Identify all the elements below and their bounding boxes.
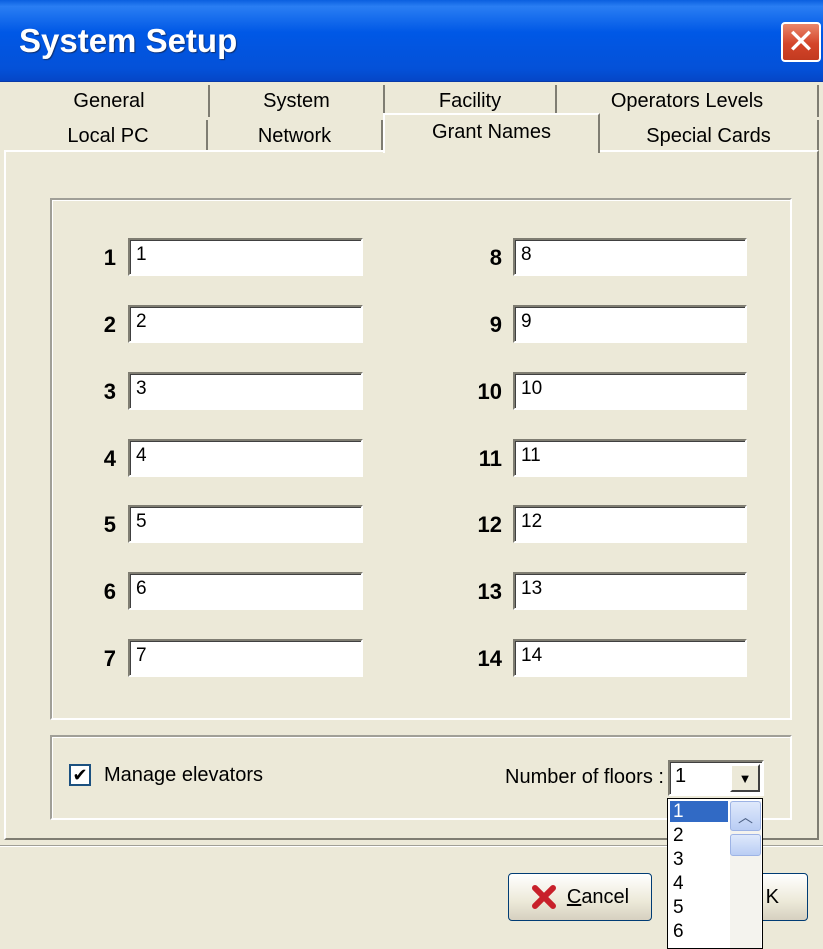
tab-label: Facility: [438, 89, 502, 112]
close-button[interactable]: ✕: [781, 22, 821, 62]
grant-number: 2: [103, 312, 116, 337]
grant-number: 11: [478, 446, 502, 471]
grant-number: 6: [103, 579, 116, 604]
tab-special-cards[interactable]: Special Cards: [600, 120, 819, 152]
grant-number: 9: [489, 312, 502, 337]
tab-local-pc[interactable]: Local PC: [10, 120, 208, 152]
cancel-x-icon: [531, 885, 556, 909]
grant-name-field[interactable]: 3: [128, 372, 363, 410]
grant-number: 12: [477, 512, 502, 537]
system-setup-window: System Setup ✕ General System Facility O…: [0, 0, 823, 949]
grant-name-field[interactable]: 1: [128, 238, 363, 276]
floors-dropdown-list[interactable]: 1 2 3 4 5 6 ︿: [667, 798, 763, 949]
cancel-label: Cancel: [566, 885, 630, 908]
tab-label: Local PC: [67, 124, 149, 147]
grant-name-field[interactable]: 8: [513, 238, 747, 276]
tab-label: Grant Names: [432, 121, 551, 143]
floor-option[interactable]: 5: [670, 897, 728, 918]
tab-label: General: [73, 89, 145, 112]
grant-number: 7: [103, 646, 116, 671]
grant-name-field[interactable]: 5: [128, 505, 363, 543]
grant-number: 4: [103, 446, 116, 471]
manage-elevators-label[interactable]: Manage elevators: [104, 764, 263, 787]
grant-number: 5: [103, 512, 116, 537]
grant-name-field[interactable]: 7: [128, 639, 363, 677]
grant-name-field[interactable]: 12: [513, 505, 747, 543]
floor-option[interactable]: 3: [670, 849, 728, 870]
tab-label: Network: [257, 124, 332, 147]
selected-floor-value: 1: [675, 765, 687, 787]
grant-number: 1: [103, 245, 116, 270]
grant-name-field[interactable]: 14: [513, 639, 747, 677]
manage-elevators-checkbox[interactable]: ✔: [69, 764, 91, 786]
tab-label: System: [263, 89, 330, 112]
floor-option[interactable]: 4: [670, 873, 728, 894]
close-icon: ✕: [786, 22, 816, 62]
tab-label: Special Cards: [646, 124, 771, 147]
floor-option[interactable]: 6: [670, 921, 728, 942]
grant-number: 8: [489, 245, 502, 270]
grant-number: 14: [477, 646, 502, 671]
chevron-up-icon: ︿: [737, 808, 753, 826]
dropdown-scrollbar[interactable]: ︿: [730, 801, 761, 948]
scroll-thumb[interactable]: [730, 834, 761, 856]
tab-network[interactable]: Network: [208, 120, 383, 152]
number-of-floors-select[interactable]: 1 ▼: [668, 760, 764, 796]
chevron-down-icon: ▼: [738, 770, 752, 786]
tab-label: Operators Levels: [610, 89, 764, 112]
checkmark-icon: ✔: [72, 765, 88, 785]
grant-name-field[interactable]: 4: [128, 439, 363, 477]
ok-label: K: [765, 885, 779, 908]
tab-general[interactable]: General: [10, 85, 210, 117]
cancel-button[interactable]: Cancel: [508, 873, 652, 921]
grant-number: 13: [477, 579, 502, 604]
number-of-floors-label: Number of floors :: [505, 766, 664, 788]
tab-grant-names[interactable]: Grant Names: [383, 113, 600, 153]
grant-number: 3: [103, 379, 116, 404]
floor-option[interactable]: 1: [670, 801, 728, 822]
window-title: System Setup: [19, 22, 238, 59]
grant-name-field[interactable]: 10: [513, 372, 747, 410]
tab-system[interactable]: System: [210, 85, 385, 117]
grant-name-field[interactable]: 9: [513, 305, 747, 343]
grant-name-field[interactable]: 2: [128, 305, 363, 343]
floor-option[interactable]: 2: [670, 825, 728, 846]
grant-name-field[interactable]: 11: [513, 439, 747, 477]
grant-name-field[interactable]: 13: [513, 572, 747, 610]
dropdown-arrow-button[interactable]: ▼: [730, 764, 760, 792]
title-bar[interactable]: System Setup ✕: [0, 0, 823, 82]
scroll-up-button[interactable]: ︿: [730, 801, 761, 831]
grant-number: 10: [477, 379, 502, 404]
grant-name-field[interactable]: 6: [128, 572, 363, 610]
